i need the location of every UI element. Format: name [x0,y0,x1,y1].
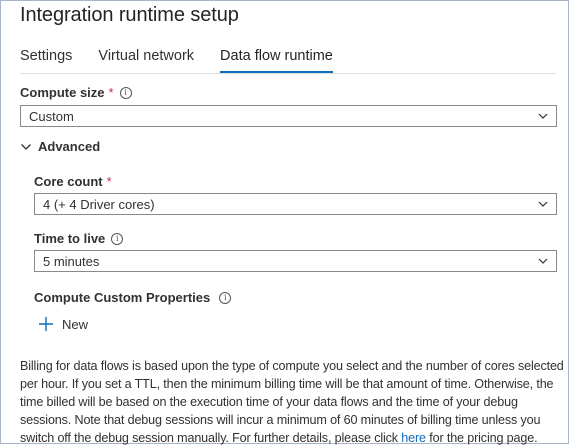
billing-note: Billing for data flows is based upon the… [20,357,565,447]
core-count-dropdown[interactable]: 4 (+ 4 Driver cores) [34,193,557,215]
time-to-live-dropdown[interactable]: 5 minutes [34,250,557,272]
tab-bar: Settings Virtual network Data flow runti… [20,48,359,76]
advanced-toggle[interactable]: Advanced [20,139,100,154]
core-count-label-text: Core count [34,174,103,189]
core-count-label: Core count * [34,174,112,189]
billing-text-after: for the pricing page. [425,431,538,445]
chevron-down-icon [538,201,548,207]
chevron-down-icon [21,143,31,150]
time-to-live-value: 5 minutes [43,253,100,269]
required-marker: * [106,174,112,189]
pricing-link[interactable]: here [401,431,426,445]
required-marker: * [108,85,114,100]
tab-divider [20,73,556,74]
chevron-down-icon [538,258,548,264]
compute-size-label: Compute size * i [20,85,132,100]
time-to-live-label: Time to live i [34,231,124,246]
info-icon[interactable]: i [219,291,232,304]
info-icon[interactable]: i [119,86,132,99]
compute-size-value: Custom [29,108,74,124]
new-button-label: New [62,316,89,332]
tab-data-flow-runtime[interactable]: Data flow runtime [220,48,333,76]
compute-size-dropdown[interactable]: Custom [20,105,557,127]
core-count-value: 4 (+ 4 Driver cores) [43,196,155,212]
custom-properties-label: Compute Custom Properties i [34,290,232,305]
compute-size-label-text: Compute size [20,85,105,100]
tab-virtual-network[interactable]: Virtual network [98,48,194,76]
custom-properties-label-text: Compute Custom Properties [34,290,211,305]
plus-icon [39,317,53,331]
tab-settings[interactable]: Settings [20,48,72,76]
chevron-down-icon [538,113,548,119]
info-icon[interactable]: i [111,232,124,245]
time-to-live-label-text: Time to live [34,231,106,246]
page-title: Integration runtime setup [20,4,239,26]
new-property-button[interactable]: New [38,316,88,332]
advanced-label: Advanced [38,139,101,154]
